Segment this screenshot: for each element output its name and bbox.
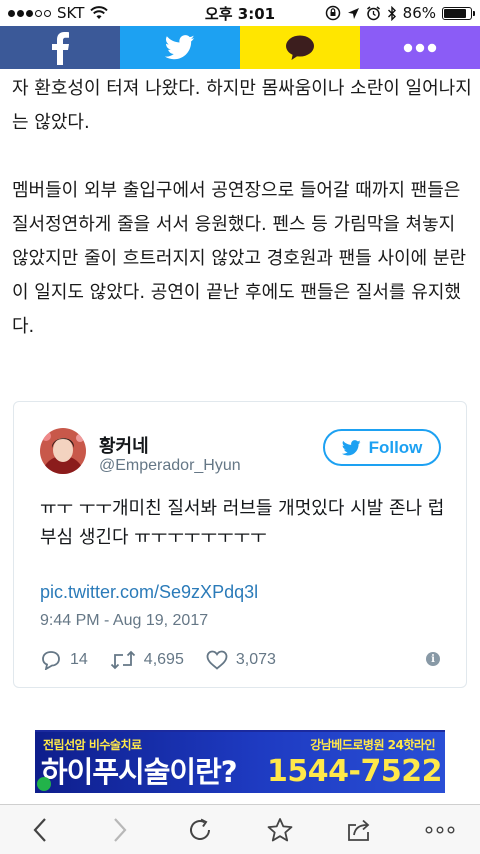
tweet-media-link[interactable]: pic.twitter.com/Se9zXPdq3l [40, 582, 258, 603]
article-paragraph: 멤버들이 외부 출입구에서 공연장으로 들어갈 때까지 팬들은 질서정연하게 줄… [12, 180, 467, 337]
twitter-share-button[interactable] [120, 26, 240, 69]
ad-headline: 하이푸시술이란? [41, 755, 238, 789]
back-icon [33, 817, 46, 842]
share-bar [0, 26, 480, 69]
clock: 오후 3:01 [204, 4, 276, 23]
rotation-lock-icon [325, 5, 340, 21]
like-button[interactable]: 3,073 [206, 650, 276, 670]
article-body: 자 환호성이 터져 나왔다. 하지만 몸싸움이나 소란이 일어나지는 않았다. … [12, 72, 472, 344]
retweet-button[interactable]: 4,695 [110, 650, 184, 670]
share-button[interactable] [335, 808, 385, 852]
browser-toolbar [0, 804, 480, 854]
speech-bubble-icon [286, 35, 314, 60]
follow-label: Follow [368, 437, 423, 457]
heart-icon [206, 650, 228, 670]
tweet-text: ㅠㅜ ㅜㅜ개미친 질서봐 러브들 개멋있다 시발 존나 럽부심 생긴다 ㅠㅜㅜㅜ… [40, 498, 445, 548]
reply-button[interactable]: 14 [40, 650, 88, 670]
location-arrow-icon [347, 7, 359, 19]
battery-percent: 86% [402, 4, 436, 22]
status-bar: SKT 오후 3:01 86% [0, 0, 480, 26]
ad-badge-icon [37, 777, 51, 791]
embedded-tweet: 황커네 @Emperador_Hyun Follow ㅠㅜ ㅜㅜ개미친 질서봐 … [13, 401, 467, 688]
bookmark-button[interactable] [255, 808, 305, 852]
like-count: 3,073 [235, 651, 276, 668]
ad-phone: 1544-7522 [267, 754, 442, 789]
ad-top-left-text: 전립선암 비수술치료 [43, 738, 142, 752]
signal-dots-icon [8, 9, 51, 17]
kakaotalk-share-button[interactable] [240, 26, 360, 69]
info-icon[interactable]: i [426, 652, 440, 666]
alarm-clock-icon [366, 5, 380, 20]
more-icon [425, 826, 455, 833]
facebook-share-button[interactable] [0, 26, 120, 69]
more-button[interactable] [415, 808, 465, 852]
avatar[interactable] [40, 428, 86, 474]
retweet-icon [110, 650, 135, 670]
tweet-handle[interactable]: @Emperador_Hyun [99, 457, 241, 475]
facebook-icon [52, 31, 69, 65]
tweet-display-name[interactable]: 황커네 [99, 432, 149, 458]
wifi-icon [90, 6, 109, 19]
twitter-bird-icon [341, 439, 361, 455]
status-left: SKT [8, 4, 109, 22]
tweet-timestamp[interactable]: 9:44 PM - Aug 19, 2017 [40, 612, 208, 630]
battery-fill [444, 8, 467, 18]
status-right: 86% [325, 4, 475, 22]
retweet-count: 4,695 [143, 651, 184, 668]
tweet-actions: 14 4,695 3,073 [40, 648, 440, 672]
more-share-button[interactable] [360, 26, 480, 69]
back-button[interactable] [15, 808, 65, 852]
ad-banner[interactable]: 전립선암 비수술치료 강남베드로병원 24핫라인 하이푸시술이란? 1544-7… [35, 730, 445, 793]
reply-count: 14 [70, 651, 88, 668]
forward-button[interactable] [95, 808, 145, 852]
bookmark-star-icon [267, 817, 293, 841]
twitter-bird-icon [165, 35, 195, 60]
reload-button[interactable] [175, 808, 225, 852]
forward-icon [114, 817, 127, 842]
more-dots-icon [403, 43, 437, 52]
ad-top-right-text: 강남베드로병원 24핫라인 [310, 738, 435, 752]
follow-button[interactable]: Follow [323, 429, 441, 466]
battery-icon [442, 6, 475, 20]
carrier-label: SKT [57, 4, 85, 22]
share-icon [348, 819, 370, 841]
reload-icon [190, 818, 210, 840]
bluetooth-icon [387, 5, 396, 21]
article-paragraph: 자 환호성이 터져 나왔다. 하지만 몸싸움이나 소란이 일어나지는 않았다. [12, 78, 472, 133]
reply-bubble-icon [42, 651, 60, 670]
